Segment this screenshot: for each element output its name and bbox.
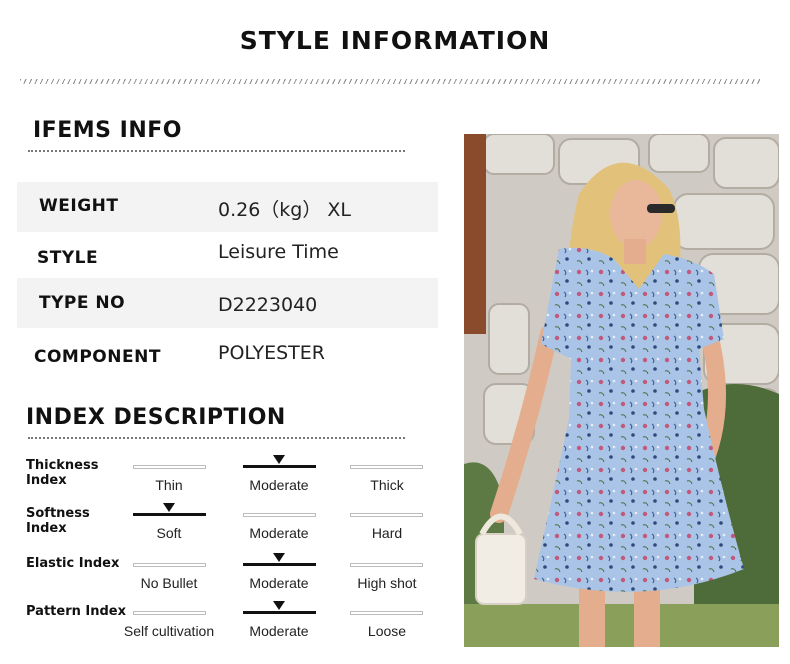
index-bar xyxy=(350,513,423,517)
index-option: Moderate xyxy=(249,575,309,591)
info-row-weight: WEIGHT 0.26（kg） XL xyxy=(17,182,438,232)
page-title: STYLE INFORMATION xyxy=(239,26,551,55)
info-row-style: STYLE Leisure Time xyxy=(17,232,438,282)
index-bar xyxy=(350,563,423,567)
index-label: Elastic Index xyxy=(26,556,120,571)
selection-marker-icon xyxy=(273,601,285,610)
index-bar xyxy=(133,465,206,469)
items-info-divider xyxy=(28,150,405,152)
index-option: Moderate xyxy=(249,525,309,541)
index-option: No Bullet xyxy=(140,575,198,591)
info-value: Leisure Time xyxy=(218,241,339,263)
index-bar-selected xyxy=(243,563,316,566)
info-row-type-no: TYPE NO D2223040 xyxy=(17,278,438,328)
index-option: Thick xyxy=(370,477,404,493)
index-bar-selected xyxy=(243,465,316,468)
model-photo xyxy=(464,134,779,647)
model-photo-icon xyxy=(464,134,779,647)
items-info-heading: IFEMS INFO xyxy=(33,118,182,143)
index-bar xyxy=(133,563,206,567)
info-label: COMPONENT xyxy=(34,347,161,367)
selection-marker-icon xyxy=(163,503,175,512)
index-label: Pattern Index xyxy=(26,604,126,619)
index-option: Moderate xyxy=(249,623,309,639)
index-option: Self cultivation xyxy=(123,623,215,639)
index-option: Loose xyxy=(367,623,407,639)
selection-marker-icon xyxy=(273,553,285,562)
index-bar xyxy=(350,611,423,615)
info-value: D2223040 xyxy=(218,294,318,316)
index-bar-selected xyxy=(243,611,316,614)
index-description-divider xyxy=(28,437,405,439)
info-value: POLYESTER xyxy=(218,342,325,364)
decorative-divider xyxy=(20,79,760,84)
index-option: High shot xyxy=(357,575,417,591)
index-bar-selected xyxy=(133,513,206,516)
index-bar xyxy=(243,513,316,517)
index-label: Softness Index xyxy=(26,506,90,536)
index-option: Thin xyxy=(155,477,183,493)
info-label: TYPE NO xyxy=(39,293,126,313)
selection-marker-icon xyxy=(273,455,285,464)
index-bar xyxy=(133,611,206,615)
index-option: Moderate xyxy=(249,477,309,493)
info-label: WEIGHT xyxy=(39,196,119,216)
info-row-component: COMPONENT POLYESTER xyxy=(17,330,438,380)
index-description-heading: INDEX DESCRIPTION xyxy=(26,405,286,430)
info-label: STYLE xyxy=(37,248,99,268)
index-option: Hard xyxy=(371,525,403,541)
index-option: Soft xyxy=(156,525,182,541)
info-value: 0.26（kg） XL xyxy=(218,199,352,221)
index-label: Thickness Index xyxy=(26,458,99,488)
index-bar xyxy=(350,465,423,469)
